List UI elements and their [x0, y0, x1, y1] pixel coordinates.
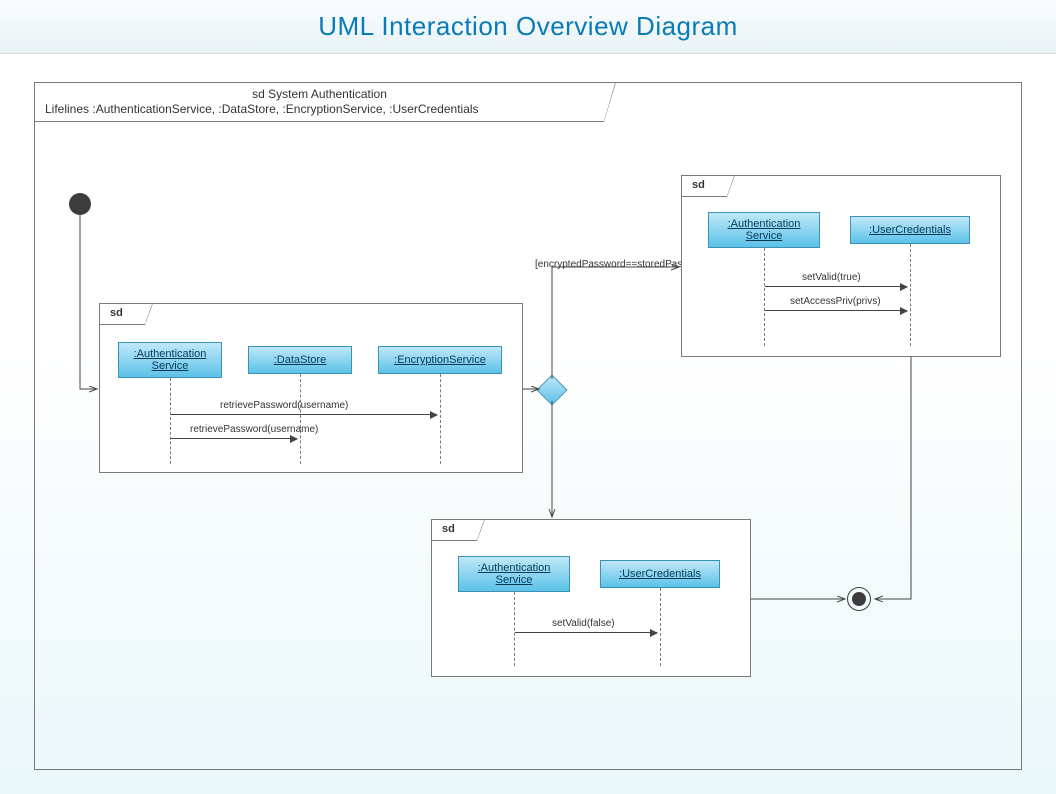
message-arrow [171, 438, 297, 439]
frame-header-title: sd System Authentication [45, 87, 594, 102]
lifeline-dash [300, 374, 301, 464]
message-arrow [765, 286, 907, 287]
sd-tab: sd [99, 303, 145, 325]
lifeline-authentication-service: :Authentication Service [118, 342, 222, 378]
final-node [847, 587, 871, 611]
diagram-canvas: sd System Authentication Lifelines :Auth… [0, 54, 1056, 794]
initial-node [69, 193, 91, 215]
frame-header-lifelines: Lifelines :AuthenticationService, :DataS… [45, 102, 594, 117]
message-arrow [515, 632, 657, 633]
sd-frame-set-valid-false: sd :Authentication Service :UserCredenti… [431, 519, 751, 677]
sd-frame-retrieve-password: sd :Authentication Service :DataStore :E… [99, 303, 523, 473]
lifeline-encryption-service: :EncryptionService [378, 346, 502, 374]
message-label: setAccessPriv(privs) [790, 296, 881, 307]
message-arrow [765, 310, 907, 311]
lifeline-authentication-service: :Authentication Service [708, 212, 820, 248]
lifeline-dash [170, 378, 171, 464]
title-bar: UML Interaction Overview Diagram [0, 0, 1056, 54]
lifeline-dash [910, 244, 911, 346]
lifeline-user-credentials: :UserCredentials [850, 216, 970, 244]
message-label: retrievePassword(username) [190, 424, 318, 435]
lifeline-dash [660, 588, 661, 666]
sd-tab: sd [681, 175, 727, 197]
frame-header: sd System Authentication Lifelines :Auth… [34, 82, 604, 122]
decision-node [536, 374, 567, 405]
lifeline-authentication-service: :Authentication Service [458, 556, 570, 592]
page-title: UML Interaction Overview Diagram [318, 11, 738, 42]
lifeline-dash [440, 374, 441, 464]
message-arrow [171, 414, 437, 415]
lifeline-dash [514, 592, 515, 666]
message-label: setValid(true) [802, 272, 861, 283]
sd-tab: sd [431, 519, 477, 541]
interaction-overview-frame: sd System Authentication Lifelines :Auth… [34, 82, 1022, 770]
lifeline-user-credentials: :UserCredentials [600, 560, 720, 588]
lifeline-datastore: :DataStore [248, 346, 352, 374]
sd-frame-set-valid-true: sd :Authentication Service :UserCredenti… [681, 175, 1001, 357]
message-label: setValid(false) [552, 618, 615, 629]
message-label: retrievePassword(username) [220, 400, 348, 411]
lifeline-dash [764, 248, 765, 346]
